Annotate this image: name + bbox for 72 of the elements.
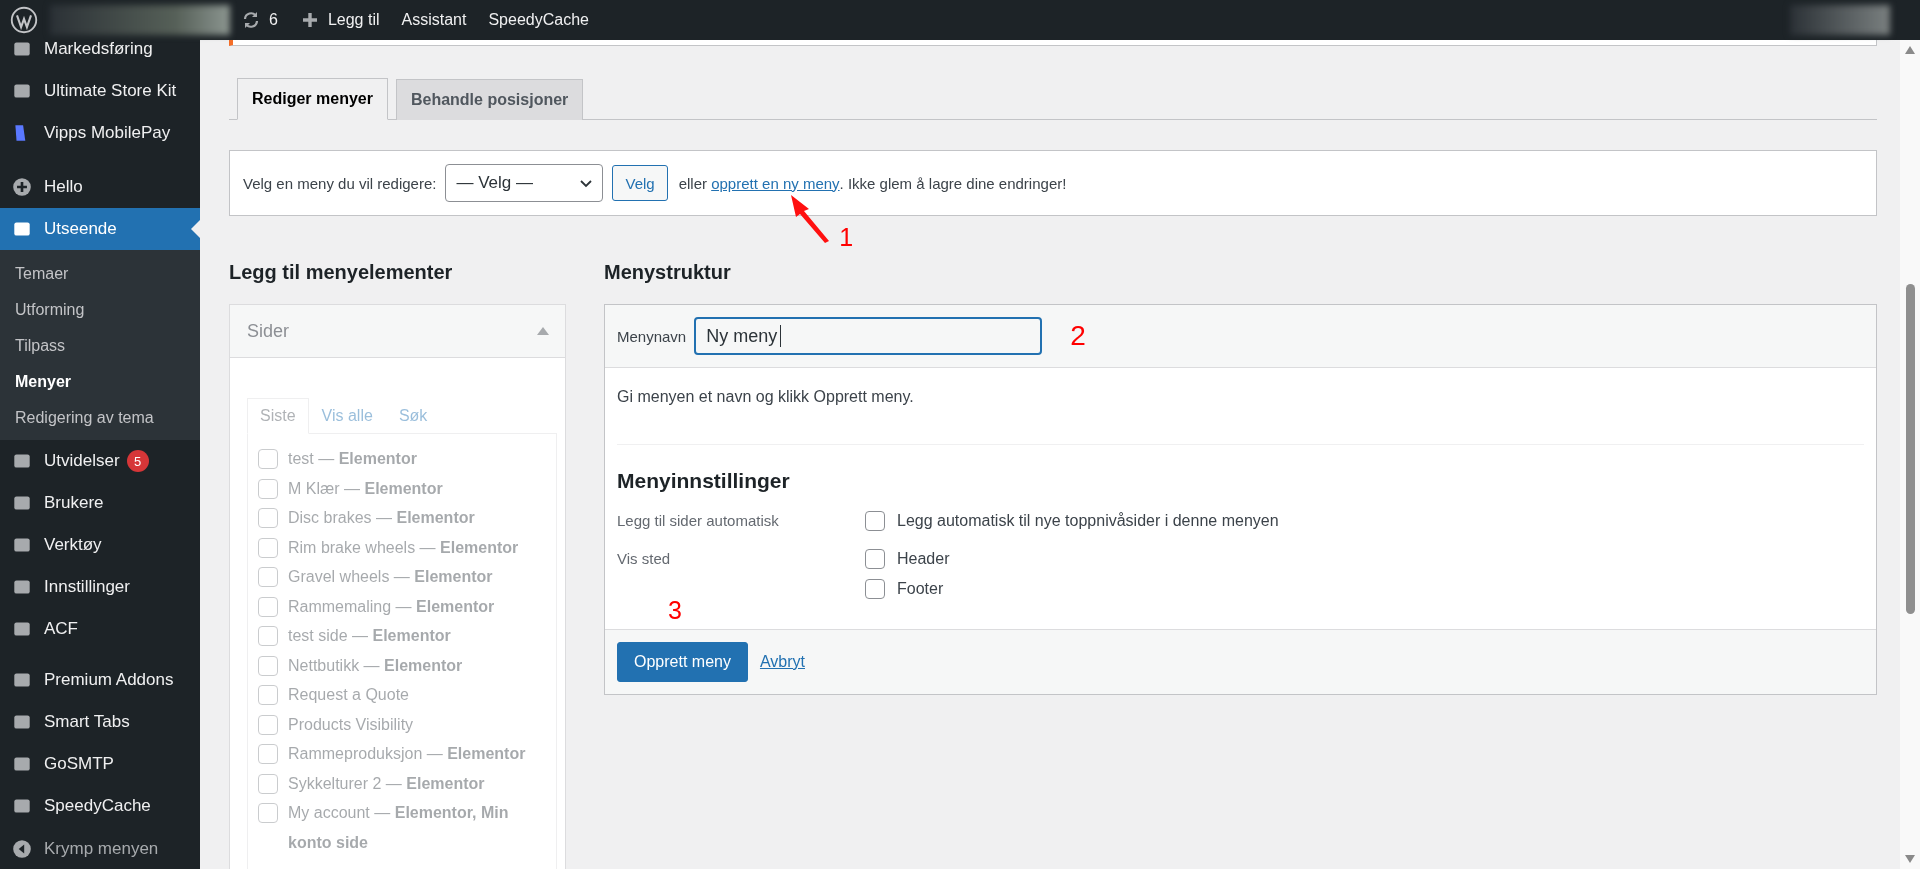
page-label: Rim brake wheels — Elementor	[288, 537, 519, 558]
select-button[interactable]: Velg	[612, 165, 668, 201]
submenu-item[interactable]: Temaer	[0, 256, 200, 292]
sidebar-item[interactable]: Verktøy	[0, 524, 200, 566]
checkbox-label: Header	[897, 550, 950, 568]
page-label: Rammeproduksjon — Elementor	[288, 744, 526, 764]
annotation-number: 2	[1070, 322, 1086, 350]
page-label: Sykkelturer 2 — Elementor	[288, 773, 485, 794]
triangle-icon	[537, 327, 549, 335]
sidebar-item[interactable]: SpeedyCache	[0, 785, 200, 827]
scrollbar-thumb[interactable]	[1905, 284, 1915, 614]
menu-name-field[interactable]: Ny meny	[694, 317, 1043, 355]
scroll-up-icon[interactable]	[1905, 46, 1915, 54]
scrollbar[interactable]	[1900, 40, 1920, 869]
page-label: Request a Quote	[288, 685, 409, 705]
submenu-item[interactable]: Tilpass	[0, 328, 200, 364]
tab[interactable]: Rediger menyer	[237, 78, 388, 120]
field-label: Menynavn	[617, 327, 687, 345]
scroll-down-icon[interactable]	[1905, 855, 1915, 863]
page-label: My account — Elementor, Min konto side	[288, 803, 510, 853]
wordpress-logo-icon[interactable]	[10, 6, 38, 34]
admin-bar-item[interactable]: 6	[230, 10, 289, 30]
sidebar-item[interactable]: Vipps MobilePay	[0, 112, 200, 154]
sidebar-item[interactable]: GoSMTP	[0, 743, 200, 785]
checkbox-label: Footer	[897, 580, 944, 598]
page-label: Rammemaling — Elementor	[288, 596, 495, 617]
page-label: test side — Elementor	[288, 626, 451, 646]
create-menu-button[interactable]: Opprett meny	[617, 642, 748, 682]
refresh-icon	[241, 10, 261, 30]
annotation-number: 1	[839, 224, 854, 250]
sidebar-item[interactable]: Utseende	[0, 208, 200, 250]
submenu-item[interactable]: Redigering av tema	[0, 400, 200, 436]
checkbox-label: Legg automatisk til nye toppnivåsider i denne menyen	[897, 512, 1279, 530]
settings-heading: Menyinnstillinger	[617, 469, 791, 493]
section-heading: Legg til menyelementer	[229, 260, 454, 284]
checkbox[interactable]	[865, 549, 885, 569]
count-badge: 5	[126, 450, 149, 472]
menu-dropdown[interactable]: — Velg —	[445, 164, 604, 202]
setting-label: Legg til sider automatisk	[617, 511, 780, 531]
sidebar-item[interactable]: Ultimate Store Kit	[0, 70, 200, 112]
submenu-item[interactable]: Menyer	[0, 364, 200, 400]
sidebar-item[interactable]: Premium Addons	[0, 659, 200, 701]
collapse-icon	[11, 838, 33, 860]
admin-bar-item[interactable]: SpeedyCache	[477, 11, 600, 29]
cancel-link[interactable]: Avbryt	[759, 653, 805, 671]
page-label: Nettbutikk — Elementor	[288, 655, 463, 676]
page-label: Disc brakes — Elementor	[288, 508, 475, 528]
page-label: M Klær — Elementor	[288, 478, 443, 499]
sidebar-item[interactable]: Innstillinger	[0, 566, 200, 608]
sidebar-item[interactable]: Brukere	[0, 482, 200, 524]
select-label: Velg en meny du vil redigere:	[243, 174, 437, 192]
checkbox[interactable]	[865, 579, 885, 599]
page-label: test — Elementor	[288, 449, 417, 469]
submenu-item[interactable]: Utforming	[0, 292, 200, 328]
sidebar-item[interactable]: Hello	[0, 166, 200, 208]
checkbox[interactable]	[865, 511, 885, 531]
page-label: Products Visibility	[288, 714, 414, 735]
sidebar-item[interactable]: Smart Tabs	[0, 701, 200, 743]
section-heading: Menystruktur	[604, 260, 732, 284]
collapse-menu-button[interactable]: Krymp menyen	[0, 828, 200, 869]
hint-text: Gi menyen et navn og klikk Opprett meny.	[617, 388, 915, 406]
plus-circle-icon	[11, 176, 33, 198]
setting-label: Vis sted	[617, 549, 672, 569]
page-label: Gravel wheels — Elementor	[288, 567, 493, 587]
annotation-number: 3	[668, 598, 682, 623]
create-menu-link[interactable]: opprett en ny meny	[711, 174, 840, 192]
sidebar-item[interactable]: Markedsføring	[0, 28, 200, 70]
tab[interactable]: Behandle posisjoner	[395, 79, 584, 120]
admin-bar-item[interactable]: Legg til	[288, 10, 391, 30]
admin-bar-item[interactable]: Assistant	[390, 11, 478, 29]
sidebar-item[interactable]: ACF	[0, 608, 200, 650]
sidebar-item[interactable]: Utvidelser 5	[0, 440, 200, 482]
